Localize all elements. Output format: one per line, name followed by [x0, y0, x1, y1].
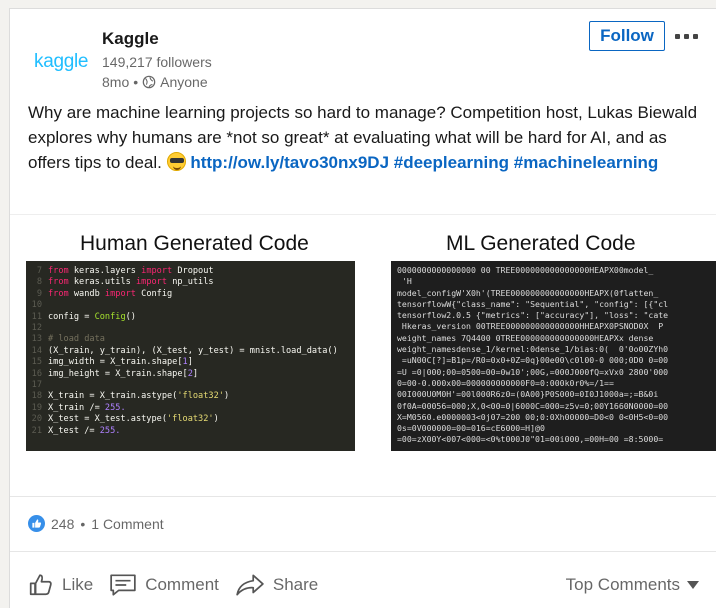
comment-label: Comment	[145, 575, 219, 594]
social-actions: Like Comment Share	[28, 572, 334, 598]
like-button[interactable]: Like	[28, 572, 93, 598]
like-count[interactable]: 248	[51, 516, 74, 532]
post-image[interactable]: Human Generated Code ML Generated Code 7…	[10, 214, 716, 467]
post-meta: 8mo • Anyone	[102, 74, 208, 90]
social-counts[interactable]: 248 • 1 Comment	[28, 515, 164, 532]
follow-button[interactable]: Follow	[589, 21, 665, 51]
more-options-icon[interactable]	[675, 26, 705, 46]
caret-down-icon	[687, 581, 699, 589]
divider	[10, 496, 716, 497]
sort-label: Top Comments	[565, 575, 680, 594]
post-visibility: Anyone	[160, 74, 208, 90]
share-arrow-icon	[236, 574, 264, 596]
count-separator: •	[80, 515, 86, 532]
thumbs-up-icon	[29, 574, 52, 596]
like-reaction-icon	[28, 515, 45, 532]
post-link[interactable]: http://ow.ly/tavo30nx9DJ	[190, 153, 389, 172]
meta-separator: •	[133, 74, 139, 90]
divider	[10, 551, 716, 552]
comment-icon	[110, 574, 136, 596]
ml-code-snippet: 0000000000000000 00 TREE000000000000000H…	[391, 261, 716, 451]
kaggle-logo[interactable]: kaggle	[34, 51, 89, 73]
comment-button[interactable]: Comment	[109, 572, 219, 598]
human-code-snippet: 7 from keras.layers import Dropout 8 from …	[26, 261, 355, 451]
post-text: Why are machine learning projects so har…	[28, 100, 708, 175]
like-label: Like	[62, 575, 94, 594]
right-panel-title: ML Generated Code	[446, 232, 636, 255]
cool-emoji-icon	[166, 152, 186, 171]
left-panel-title: Human Generated Code	[80, 232, 309, 255]
feed-post-card: kaggle Kaggle 149,217 followers 8mo • An…	[9, 8, 716, 608]
actor-followers: 149,217 followers	[102, 54, 212, 70]
hashtag-machinelearning[interactable]: #machinelearning	[514, 153, 659, 172]
post-time: 8mo	[102, 74, 130, 90]
comment-sort-dropdown[interactable]: Top Comments	[566, 575, 700, 595]
share-label: Share	[272, 575, 319, 594]
actor-name[interactable]: Kaggle	[102, 29, 159, 49]
share-button[interactable]: Share	[235, 572, 318, 598]
comment-count[interactable]: 1 Comment	[91, 516, 163, 532]
hashtag-deeplearning[interactable]: #deeplearning	[394, 153, 509, 172]
globe-icon	[142, 75, 156, 89]
